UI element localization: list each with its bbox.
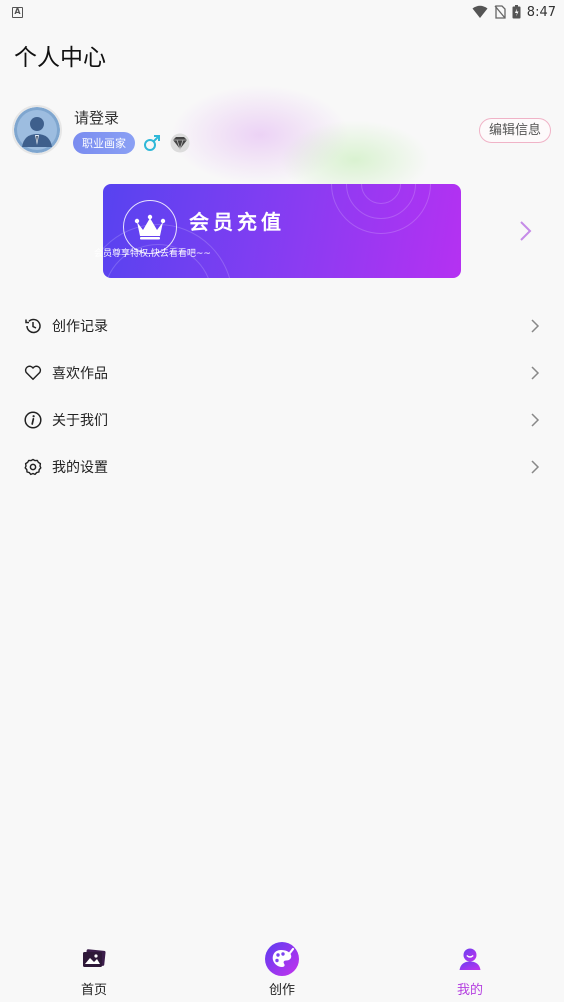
wifi-icon — [472, 5, 488, 18]
vip-recharge-card[interactable]: 会员充值 — [103, 184, 461, 278]
palette-icon — [264, 941, 300, 977]
menu-item-label: 关于我们 — [52, 412, 108, 429]
profile-badges: 职业画家 — [73, 132, 191, 154]
chevron-right-icon — [531, 365, 540, 380]
no-sim-icon — [494, 5, 506, 19]
username[interactable]: 请登录 — [74, 107, 119, 128]
tab-label: 首页 — [80, 983, 107, 998]
tab-create[interactable]: 创作 — [222, 941, 342, 998]
battery-icon — [512, 5, 521, 19]
job-badge: 职业画家 — [73, 132, 135, 154]
heart-icon — [24, 364, 42, 382]
chevron-right-icon — [531, 412, 540, 427]
menu-item-about[interactable]: 关于我们 — [0, 396, 564, 443]
notification-a-icon: A — [12, 6, 23, 18]
tab-label: 创作 — [268, 983, 295, 998]
page-title: 个人中心 — [14, 45, 106, 71]
history-icon — [24, 317, 42, 335]
vip-subtitle: 会员尊享特权,快去看看吧~~ — [94, 249, 211, 259]
status-right: 8:47 — [472, 5, 556, 20]
tab-mine[interactable]: 我的 — [410, 941, 530, 998]
menu-item-favorites[interactable]: 喜欢作品 — [0, 349, 564, 396]
male-gender-icon — [144, 135, 160, 151]
menu-item-label: 创作记录 — [52, 318, 108, 335]
gallery-icon — [81, 941, 107, 977]
gear-icon — [24, 458, 42, 476]
settings-menu: 创作记录 喜欢作品 关于我们 我的设置 — [0, 302, 564, 490]
tab-label: 我的 — [456, 983, 483, 998]
tab-home[interactable]: 首页 — [34, 941, 154, 998]
diamond-icon — [170, 133, 190, 153]
status-time: 8:47 — [526, 4, 556, 20]
default-avatar-icon — [14, 107, 60, 153]
user-icon — [457, 941, 483, 977]
chevron-right-icon — [531, 459, 540, 474]
menu-item-settings[interactable]: 我的设置 — [0, 443, 564, 490]
status-bar: A 8:47 — [0, 0, 564, 24]
avatar[interactable] — [12, 105, 62, 155]
vip-title: 会员充值 — [189, 210, 285, 234]
info-icon — [24, 410, 42, 429]
status-left: A — [12, 6, 23, 18]
menu-item-label: 喜欢作品 — [52, 365, 108, 382]
menu-item-history[interactable]: 创作记录 — [0, 302, 564, 349]
menu-item-label: 我的设置 — [52, 459, 108, 476]
vip-arrow-icon[interactable] — [516, 219, 534, 243]
bottom-tab-bar: 首页 创作 我的 — [0, 938, 564, 1002]
edit-profile-button[interactable]: 编辑信息 — [479, 118, 551, 143]
chevron-right-icon — [531, 318, 540, 333]
crown-icon — [134, 214, 166, 240]
